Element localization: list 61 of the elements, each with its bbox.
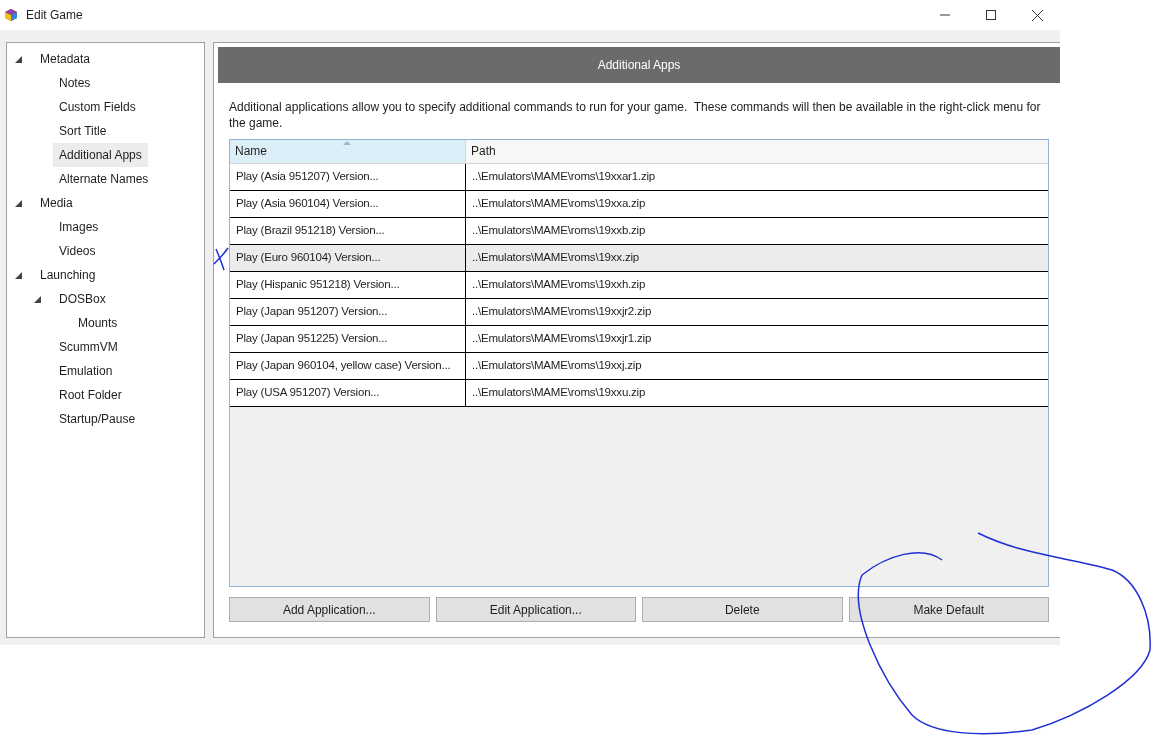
tree-item[interactable]: Videos (53, 239, 102, 263)
table-cell-text: ..\Emulators\MAME\roms\19xx.zip (471, 250, 640, 266)
table-row[interactable]: Play (Euro 960104) Version... ..\Emulators\MAME\roms\19xx.zip (230, 245, 1048, 272)
table-row[interactable]: Play (Asia 951207) Version... ..\Emulators\MAME\roms\19xxar1.zip (230, 164, 1048, 191)
column-header[interactable]: Name (230, 140, 466, 163)
table-cell-text: ..\Emulators\MAME\roms\19xxu.zip (471, 385, 647, 401)
tree-item[interactable]: Media (34, 191, 79, 215)
action-button[interactable]: Add Application... (229, 597, 430, 622)
table-cell-text: ..\Emulators\MAME\roms\19xxjr1.zip (471, 331, 653, 347)
app-cube-icon (4, 8, 18, 22)
tree-item[interactable]: Additional Apps (53, 143, 148, 167)
maximize-icon (986, 10, 996, 20)
table-row[interactable]: Play (Asia 960104) Version... ..\Emulators\MAME\roms\19xxa.zip (230, 191, 1048, 218)
expanded-arrow-icon[interactable] (34, 295, 41, 303)
table-cell-text: ..\Emulators\MAME\roms\19xxar1.zip (471, 169, 656, 185)
table-cell: Play (Hispanic 951218) Version... (230, 272, 466, 298)
tree-item[interactable]: Startup/Pause (53, 407, 142, 431)
sort-arrow-icon (343, 141, 351, 145)
table-cell-text: ..\Emulators\MAME\roms\19xxh.zip (471, 277, 647, 293)
tree-item[interactable]: Sort Title (53, 119, 113, 143)
tree-item[interactable]: ScummVM (53, 335, 124, 359)
tree-item[interactable]: Custom Fields (53, 95, 142, 119)
table-cell-text: ..\Emulators\MAME\roms\19xxj.zip (471, 358, 643, 374)
table-row[interactable]: Play (Japan 951207) Version... ..\Emulators\MAME\roms\19xxjr2.zip (230, 299, 1048, 326)
tree-item[interactable]: Launching (34, 263, 102, 287)
tree-item[interactable]: Alternate Names (53, 167, 155, 191)
tree-item[interactable]: Root Folder (53, 383, 128, 407)
column-header[interactable]: Path (466, 140, 1048, 163)
tree-item[interactable]: Images (53, 215, 105, 239)
close-icon (1031, 9, 1043, 21)
tree-item[interactable]: Mounts (72, 311, 124, 335)
table-cell: Play (Japan 951225) Version... (230, 326, 466, 352)
table-cell: Play (Asia 960104) Version... (230, 191, 466, 217)
panel-header: Additional Apps (218, 47, 1060, 83)
table-cell: Play (Japan 960104, yellow case) Version... (230, 353, 466, 379)
expanded-arrow-icon[interactable] (15, 55, 22, 63)
tree-item[interactable]: DOSBox (53, 287, 112, 311)
table-row[interactable]: Play (Japan 951225) Version... ..\Emulators\MAME\roms\19xxjr1.zip (230, 326, 1048, 353)
tree-item[interactable]: Emulation (53, 359, 119, 383)
table-cell: Play (Brazil 951218) Version... (230, 218, 466, 244)
action-button[interactable]: Delete (642, 597, 843, 622)
table-cell: Play (USA 951207) Version... (230, 380, 466, 406)
action-button[interactable]: Edit Application... (435, 597, 636, 622)
table-row[interactable]: Play (Hispanic 951218) Version... ..\Emulators\MAME\roms\19xxh.zip (230, 272, 1048, 299)
table-row[interactable]: Play (Japan 960104, yellow case) Version... ..\Emulators\MAME\roms\19xxj.zip (230, 353, 1048, 380)
action-button[interactable]: Make Default (848, 597, 1049, 622)
table-cell: Play (Euro 960104) Version... (230, 245, 466, 271)
table-row[interactable]: Play (Brazil 951218) Version... ..\Emulators\MAME\roms\19xxb.zip (230, 218, 1048, 245)
table-cell-text: ..\Emulators\MAME\roms\19xxb.zip (471, 223, 647, 239)
table-cell-text: ..\Emulators\MAME\roms\19xxjr2.zip (471, 304, 653, 320)
tree-item[interactable]: Metadata (34, 47, 97, 71)
expanded-arrow-icon[interactable] (15, 199, 22, 207)
table-row[interactable]: Play (USA 951207) Version... ..\Emulators\MAME\roms\19xxu.zip (230, 380, 1048, 407)
handwritten-x-mark (212, 246, 232, 272)
tree-item[interactable]: Notes (53, 71, 97, 95)
expanded-arrow-icon[interactable] (15, 271, 22, 279)
description-text: Additional applications allow you to specify additional commands to run for your game. These commands will then be available in the right-click menu for the game. (229, 99, 1042, 131)
table-cell-text: ..\Emulators\MAME\roms\19xxa.zip (471, 196, 647, 212)
table-cell: Play (Asia 951207) Version... (230, 164, 466, 190)
table-cell: Play (Japan 951207) Version... (230, 299, 466, 325)
window-title: Edit Game (26, 7, 83, 24)
